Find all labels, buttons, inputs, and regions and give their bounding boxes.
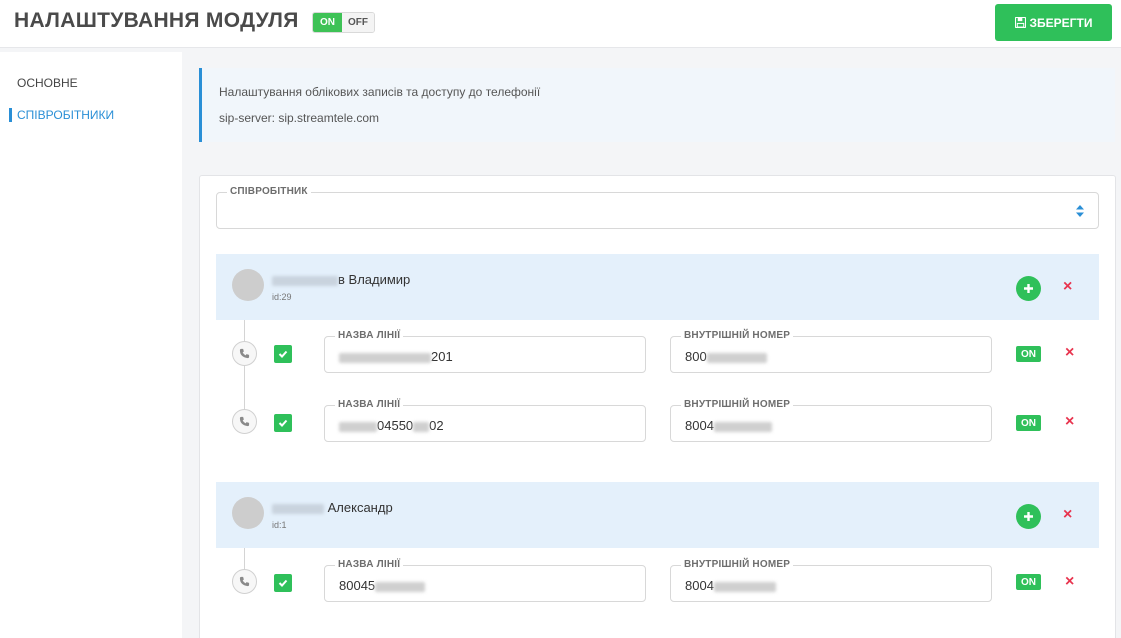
phone-icon-circle <box>232 569 257 594</box>
checkmark-icon <box>278 350 288 358</box>
redacted-text <box>713 581 776 592</box>
add-line-button[interactable] <box>1016 504 1041 529</box>
line-status-toggle[interactable]: ON <box>1016 415 1041 431</box>
sidebar-item-employees[interactable]: СПІВРОБІТНИКИ <box>9 108 114 122</box>
line-name-text: 02 <box>429 418 444 433</box>
employee-name: Александр <box>272 500 393 515</box>
module-toggle[interactable]: ON OFF <box>312 12 375 33</box>
employee-card-header: Александр id:1 × <box>216 482 1099 548</box>
line-status-toggle[interactable]: ON <box>1016 574 1041 590</box>
phone-icon-circle <box>232 409 257 434</box>
sort-arrows-icon <box>1076 205 1084 217</box>
checkmark-icon <box>278 419 288 427</box>
redacted-text <box>339 421 377 432</box>
extension-label: ВНУТРІШНІЙ НОМЕР <box>681 559 794 571</box>
extension-text: 800 <box>685 349 707 364</box>
redacted-text <box>375 581 426 592</box>
delete-line-button[interactable]: × <box>1065 414 1074 430</box>
line-name-value: 80045 <box>339 578 426 593</box>
sidebar-item-main[interactable]: ОСНОВНЕ <box>9 76 78 90</box>
employee-id: id:1 <box>272 520 287 530</box>
delete-line-button[interactable]: × <box>1065 345 1074 361</box>
phone-icon <box>239 348 250 359</box>
redacted-text <box>713 421 772 432</box>
info-sip-server: sip-server: sip.streamtele.com <box>219 111 380 125</box>
extension-value: 8004 <box>685 578 776 593</box>
line-name-text: 80045 <box>339 578 376 593</box>
delete-employee-button[interactable]: × <box>1063 507 1072 523</box>
info-description: Налаштування облікових записів та доступ… <box>219 85 541 99</box>
redacted-text <box>413 421 430 432</box>
extension-label: ВНУТРІШНІЙ НОМЕР <box>681 330 794 342</box>
line-name-label: НАЗВА ЛІНІЇ <box>335 330 404 342</box>
close-icon: × <box>1063 278 1073 295</box>
extension-value: 800 <box>685 349 767 364</box>
toggle-off[interactable]: OFF <box>342 13 374 32</box>
delete-employee-button[interactable]: × <box>1063 279 1072 295</box>
line-status-toggle[interactable]: ON <box>1016 346 1041 362</box>
info-box: Налаштування облікових записів та доступ… <box>199 68 1115 142</box>
extension-field[interactable]: ВНУТРІШНІЙ НОМЕР 800 <box>670 330 992 373</box>
phone-icon-circle <box>232 341 257 366</box>
plus-icon <box>1024 512 1033 521</box>
employee-name-text: Александр <box>327 500 393 515</box>
extension-text: 8004 <box>685 578 714 593</box>
line-enabled-checkbox[interactable] <box>274 414 292 432</box>
employee-select[interactable]: СПІВРОБІТНИК <box>216 186 1099 229</box>
sidebar: ОСНОВНЕ СПІВРОБІТНИКИ <box>0 52 182 638</box>
avatar <box>232 269 264 301</box>
delete-line-button[interactable]: × <box>1065 574 1074 590</box>
redacted-text <box>706 352 767 363</box>
line-name-text: 04550 <box>377 418 414 433</box>
phone-icon <box>239 576 250 587</box>
employee-name-text: в Владимир <box>338 272 411 287</box>
checkmark-icon <box>278 579 288 587</box>
page-title: НАЛАШТУВАННЯ МОДУЛЯ <box>14 9 299 32</box>
close-icon: × <box>1065 573 1075 590</box>
plus-icon <box>1024 284 1033 293</box>
line-name-value: 04550 02 <box>339 418 444 433</box>
line-name-label: НАЗВА ЛІНІЇ <box>335 399 404 411</box>
avatar <box>232 497 264 529</box>
line-name-field[interactable]: НАЗВА ЛІНІЇ 80045 <box>324 559 646 602</box>
close-icon: × <box>1063 506 1073 523</box>
line-name-field[interactable]: НАЗВА ЛІНІЇ 04550 02 <box>324 399 646 442</box>
employee-id: id:29 <box>272 292 292 302</box>
redacted-text <box>339 352 431 363</box>
line-enabled-checkbox[interactable] <box>274 574 292 592</box>
redacted-text <box>272 503 324 514</box>
top-bar: НАЛАШТУВАННЯ МОДУЛЯ ON OFF ЗБЕРЕГТИ <box>0 0 1121 48</box>
line-name-text: 201 <box>431 349 453 364</box>
floppy-disk-icon <box>1014 17 1026 28</box>
employee-card-header: в Владимир id:29 × <box>216 254 1099 320</box>
save-button[interactable]: ЗБЕРЕГТИ <box>995 4 1112 41</box>
extension-value: 8004 <box>685 418 772 433</box>
close-icon: × <box>1065 413 1075 430</box>
line-name-value: 201 <box>339 349 453 364</box>
extension-field[interactable]: ВНУТРІШНІЙ НОМЕР 8004 <box>670 399 992 442</box>
employee-name: в Владимир <box>272 272 410 287</box>
extension-text: 8004 <box>685 418 714 433</box>
extension-label: ВНУТРІШНІЙ НОМЕР <box>681 399 794 411</box>
line-name-label: НАЗВА ЛІНІЇ <box>335 559 404 571</box>
toggle-on[interactable]: ON <box>313 13 342 32</box>
save-button-label: ЗБЕРЕГТИ <box>1029 15 1093 30</box>
add-line-button[interactable] <box>1016 276 1041 301</box>
phone-icon <box>239 416 250 427</box>
redacted-text <box>272 275 338 286</box>
line-enabled-checkbox[interactable] <box>274 345 292 363</box>
extension-field[interactable]: ВНУТРІШНІЙ НОМЕР 8004 <box>670 559 992 602</box>
employee-select-label: СПІВРОБІТНИК <box>227 186 311 198</box>
close-icon: × <box>1065 344 1075 361</box>
line-name-field[interactable]: НАЗВА ЛІНІЇ 201 <box>324 330 646 373</box>
